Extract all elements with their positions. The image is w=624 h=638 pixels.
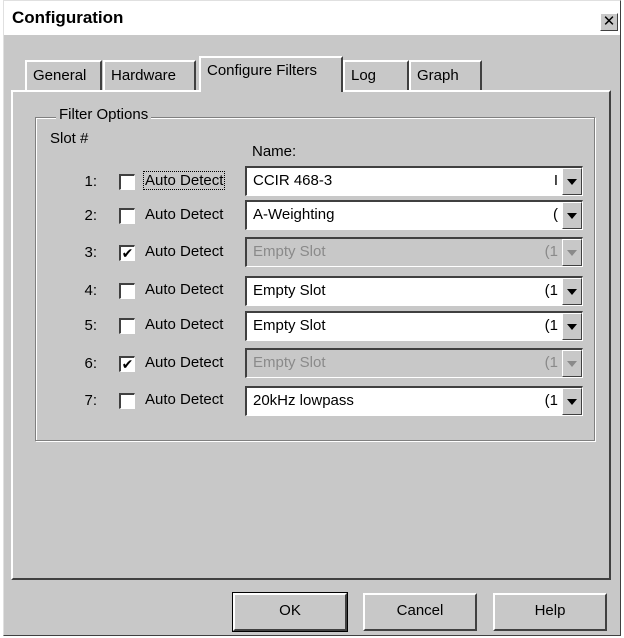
ok-button[interactable]: OK — [232, 592, 348, 632]
auto-detect-label[interactable]: Auto Detect — [144, 316, 224, 333]
filter-name-select[interactable]: Empty Slot (1 — [245, 311, 583, 341]
tab-configure-filters[interactable]: Configure Filters — [199, 56, 343, 92]
filter-name-value: Empty Slot — [253, 317, 326, 334]
filter-name-tail: (1 — [544, 392, 558, 409]
filter-name-value: CCIR 468-3 — [253, 172, 333, 189]
filter-name-value: Empty Slot — [253, 354, 326, 371]
slot-number: 5: — [84, 317, 97, 334]
chevron-down-icon — [567, 250, 577, 256]
slot-number: 3: — [84, 244, 97, 261]
auto-detect-label[interactable]: Auto Detect — [144, 354, 224, 371]
filter-name-tail: I — [553, 172, 558, 189]
title-bar[interactable]: Configuration ✕ — [4, 1, 620, 35]
filter-name-select[interactable]: Empty Slot (1 — [245, 276, 583, 306]
slot-header: Slot # — [50, 130, 89, 147]
close-icon[interactable]: ✕ — [600, 13, 618, 31]
chevron-down-icon — [567, 399, 577, 405]
tab-general[interactable]: General — [25, 60, 102, 90]
tab-graph[interactable]: Graph — [409, 60, 482, 90]
filter-name-select[interactable]: 20kHz lowpass (1 — [245, 386, 583, 416]
dropdown-button[interactable] — [562, 388, 582, 415]
filter-name-value: Empty Slot — [253, 243, 326, 260]
auto-detect-checkbox[interactable]: ✔ — [119, 356, 135, 372]
tab-hardware[interactable]: Hardware — [103, 60, 196, 90]
dropdown-button — [562, 239, 582, 266]
filter-name-tail: ( — [553, 206, 558, 223]
dialog-title: Configuration — [12, 8, 124, 27]
slot-number: 7: — [84, 392, 97, 409]
auto-detect-checkbox[interactable] — [119, 318, 135, 334]
filter-name-select[interactable]: CCIR 468-3 I — [245, 166, 583, 196]
slot-number: 1: — [84, 173, 97, 190]
dropdown-button[interactable] — [562, 313, 582, 340]
dropdown-button[interactable] — [562, 202, 582, 229]
chevron-down-icon — [567, 179, 577, 185]
dropdown-button[interactable] — [562, 168, 582, 195]
auto-detect-checkbox[interactable]: ✔ — [119, 245, 135, 261]
chevron-down-icon — [567, 361, 577, 367]
auto-detect-checkbox[interactable] — [119, 174, 135, 190]
chevron-down-icon — [567, 213, 577, 219]
filter-name-tail: (1 — [544, 243, 558, 260]
chevron-down-icon — [567, 324, 577, 330]
slot-number: 6: — [84, 355, 97, 372]
cancel-button[interactable]: Cancel — [363, 593, 477, 631]
filter-name-select: Empty Slot (1 — [245, 348, 583, 378]
filter-name-value: Empty Slot — [253, 282, 326, 299]
help-button[interactable]: Help — [493, 593, 607, 631]
filter-name-tail: (1 — [544, 354, 558, 371]
group-title: Filter Options — [56, 106, 152, 123]
auto-detect-label[interactable]: Auto Detect — [142, 171, 226, 190]
auto-detect-label[interactable]: Auto Detect — [144, 281, 224, 298]
filter-name-select[interactable]: A-Weighting ( — [245, 200, 583, 230]
filter-name-value: A-Weighting — [253, 206, 335, 223]
chevron-down-icon — [567, 289, 577, 295]
tab-log[interactable]: Log — [343, 60, 409, 90]
dropdown-button[interactable] — [562, 278, 582, 305]
filter-name-select: Empty Slot (1 — [245, 237, 583, 267]
auto-detect-label[interactable]: Auto Detect — [144, 391, 224, 408]
auto-detect-checkbox[interactable] — [119, 393, 135, 409]
slot-number: 4: — [84, 282, 97, 299]
slot-number: 2: — [84, 207, 97, 224]
auto-detect-label[interactable]: Auto Detect — [144, 206, 224, 223]
auto-detect-checkbox[interactable] — [119, 283, 135, 299]
filter-name-tail: (1 — [544, 317, 558, 334]
name-header: Name: — [252, 143, 297, 160]
auto-detect-checkbox[interactable] — [119, 208, 135, 224]
filter-name-tail: (1 — [544, 282, 558, 299]
dropdown-button — [562, 350, 582, 377]
filter-name-value: 20kHz lowpass — [253, 392, 354, 409]
auto-detect-label[interactable]: Auto Detect — [144, 243, 224, 260]
